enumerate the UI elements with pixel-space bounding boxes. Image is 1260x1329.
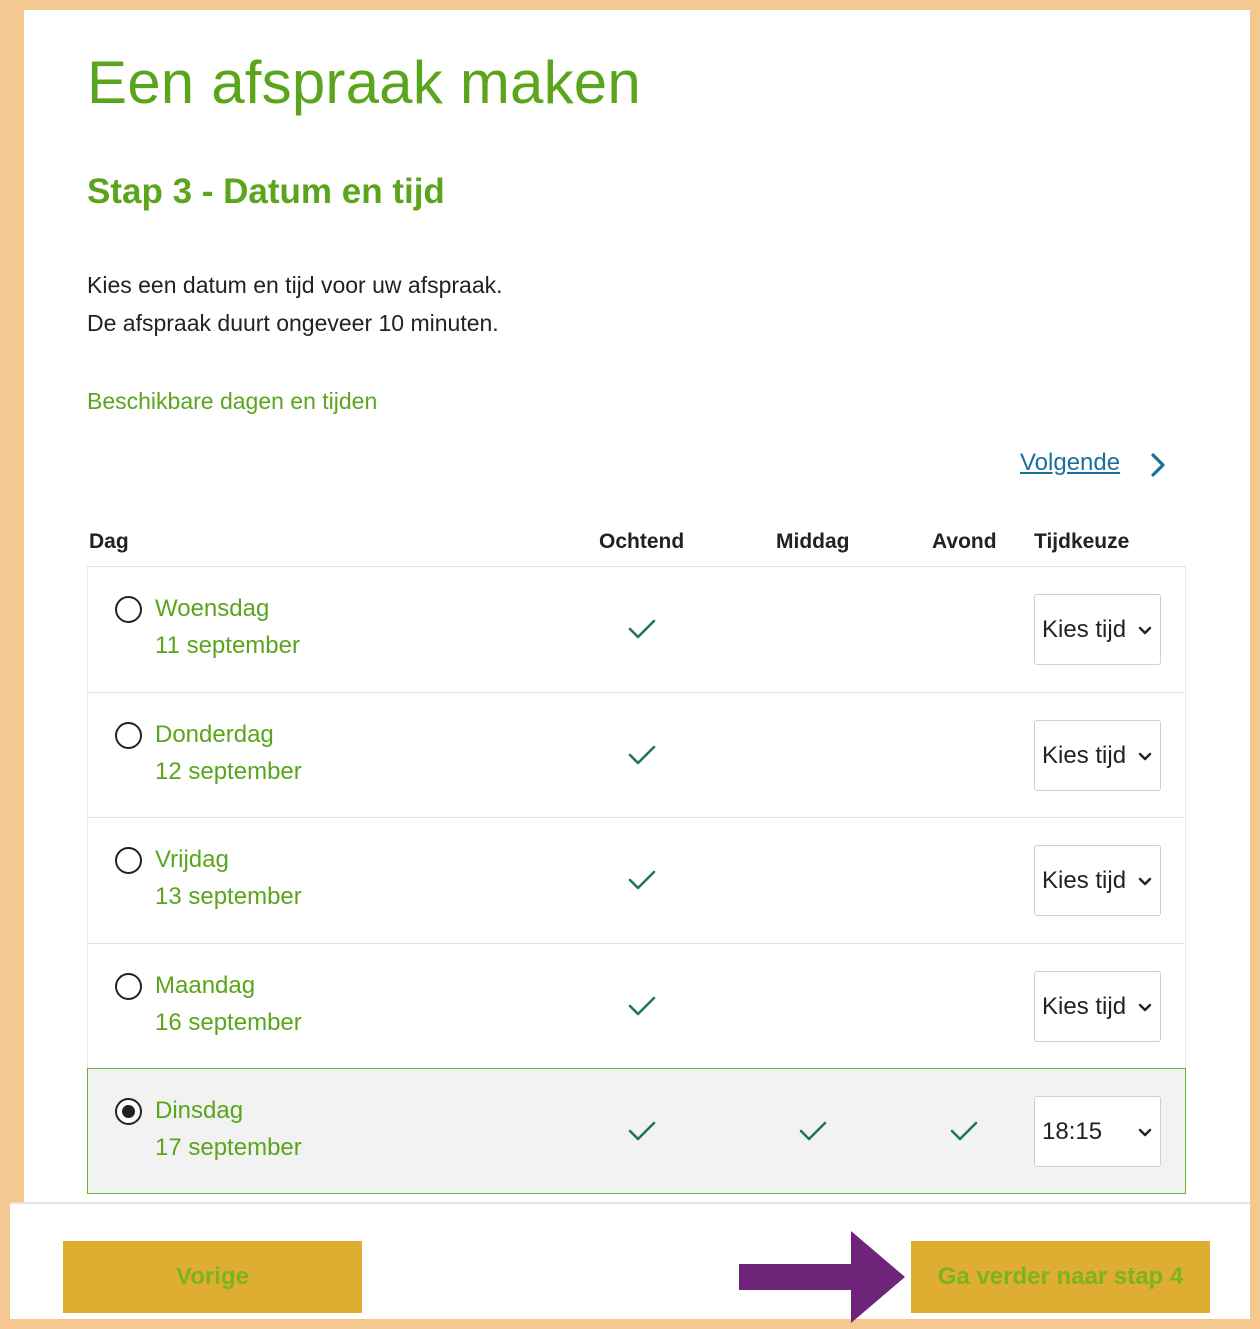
day-radio[interactable] [115, 1098, 142, 1125]
check-icon [627, 994, 657, 1018]
day-name[interactable]: Vrijdag [155, 846, 229, 874]
time-select[interactable]: Kies tijd [1034, 845, 1161, 916]
intro-line: De afspraak duurt ongeveer 10 minuten. [87, 310, 499, 336]
column-header-time: Tijdkeuze [1034, 530, 1130, 553]
time-select[interactable]: Kies tijd [1034, 970, 1161, 1042]
intro-line: Kies een datum en tijd voor uw afspraak. [87, 272, 503, 298]
continue-button[interactable]: Ga verder naar stap 4 [911, 1241, 1210, 1313]
availability-table: Woensdag 11 september Kies tijd Donderdag 12… [87, 566, 1186, 1194]
day-radio[interactable] [115, 972, 142, 1000]
check-icon [627, 868, 657, 892]
day-name[interactable]: Woensdag [155, 595, 269, 623]
column-header-evening: Avond [932, 530, 997, 553]
column-header-afternoon: Middag [776, 530, 850, 553]
day-radio[interactable] [115, 847, 142, 874]
day-radio[interactable] [115, 596, 142, 623]
day-name[interactable]: Donderdag [155, 721, 274, 749]
column-header-day: Dag [89, 530, 129, 553]
column-header-morning: Ochtend [599, 530, 685, 553]
day-date[interactable]: 11 september [155, 632, 300, 660]
check-icon [627, 617, 657, 641]
chevron-down-icon [1138, 1126, 1152, 1138]
check-icon [627, 743, 657, 767]
page-title: Een afspraak maken [87, 49, 641, 116]
table-row[interactable]: Maandag 16 september Kies tijd [87, 942, 1186, 1068]
previous-button[interactable]: Vorige [63, 1241, 362, 1313]
time-select-value: 18:15 [1042, 1118, 1103, 1145]
availability-heading: Beschikbare dagen en tijden [87, 388, 378, 414]
step-heading: Stap 3 - Datum en tijd [87, 172, 445, 211]
table-row[interactable]: Donderdag 12 september Kies tijd [87, 691, 1186, 817]
day-radio[interactable] [115, 721, 142, 749]
chevron-right-icon[interactable] [1146, 451, 1170, 479]
day-date[interactable]: 17 september [155, 1134, 302, 1162]
chevron-down-icon [1138, 750, 1152, 762]
next-week-link[interactable]: Volgende [1020, 449, 1120, 477]
time-select[interactable]: Kies tijd [1034, 594, 1161, 665]
chevron-down-icon [1138, 875, 1152, 887]
day-name[interactable]: Maandag [155, 972, 255, 1000]
day-date[interactable]: 16 september [155, 1009, 302, 1037]
time-select-value: Kies tijd [1042, 741, 1127, 769]
table-row[interactable]: Dinsdag 17 september 18:15 [87, 1068, 1186, 1194]
time-select-value: Kies tijd [1042, 616, 1127, 643]
check-icon [798, 1119, 828, 1143]
time-select[interactable]: 18:15 [1034, 1096, 1161, 1167]
arrow-right-icon [739, 1231, 905, 1323]
check-icon [949, 1119, 979, 1143]
day-name[interactable]: Dinsdag [155, 1097, 243, 1125]
table-row[interactable]: Vrijdag 13 september Kies tijd [87, 817, 1186, 943]
check-icon [627, 1119, 657, 1143]
day-date[interactable]: 13 september [155, 883, 302, 911]
chevron-down-icon [1138, 1001, 1152, 1013]
day-date[interactable]: 12 september [155, 758, 302, 786]
time-select[interactable]: Kies tijd [1034, 719, 1161, 791]
time-select-value: Kies tijd [1042, 867, 1127, 894]
intro-text: Kies een datum en tijd voor uw afspraak.… [87, 266, 503, 342]
time-select-value: Kies tijd [1042, 992, 1127, 1020]
table-row[interactable]: Woensdag 11 september Kies tijd [87, 566, 1186, 692]
chevron-down-icon [1138, 624, 1152, 636]
